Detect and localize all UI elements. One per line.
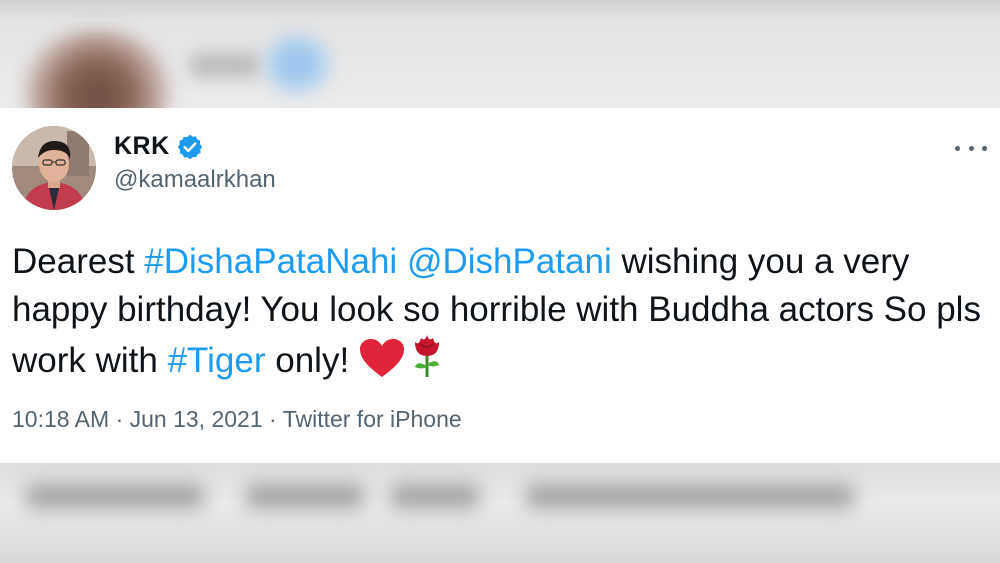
- hashtag-link[interactable]: #DishaPataNahi: [144, 242, 397, 281]
- dot: [982, 145, 987, 151]
- hashtag-link[interactable]: #Tiger: [168, 341, 266, 380]
- blurred-header-background: [0, 0, 1000, 108]
- blurred-name: [190, 52, 260, 78]
- author-name-row[interactable]: KRK: [114, 132, 204, 161]
- separator: ·: [109, 406, 130, 432]
- text-part: [397, 242, 407, 281]
- blurred-text: [525, 483, 855, 509]
- more-options-icon[interactable]: [955, 138, 987, 158]
- display-name[interactable]: KRK: [114, 132, 170, 161]
- blurred-text: [390, 483, 480, 509]
- dot: [968, 145, 974, 151]
- blurred-text: [245, 483, 365, 509]
- blurred-verified-icon: [268, 38, 326, 90]
- mention-link[interactable]: @DishPatani: [407, 242, 612, 281]
- tweet-date[interactable]: Jun 13, 2021: [130, 406, 263, 432]
- tweet-source[interactable]: Twitter for iPhone: [283, 406, 462, 432]
- tweet-time[interactable]: 10:18 AM: [12, 406, 109, 432]
- verified-badge-icon: [176, 133, 204, 161]
- rose-emoji: [411, 334, 443, 391]
- red-heart-emoji: [359, 338, 405, 391]
- tweet-text: Dearest #DishaPataNahi @DishPatani wishi…: [12, 238, 987, 391]
- blurred-footer-background: [0, 463, 1000, 563]
- blurred-avatar: [22, 30, 172, 108]
- dot: [955, 145, 960, 151]
- text-part: Dearest: [12, 242, 145, 281]
- tweet-metadata: 10:18 AM · Jun 13, 2021 · Twitter for iP…: [12, 406, 462, 433]
- user-handle[interactable]: @kamaalrkhan: [114, 166, 276, 194]
- separator: ·: [262, 406, 283, 432]
- text-part: only!: [265, 341, 359, 380]
- profile-avatar[interactable]: [12, 126, 96, 210]
- blurred-text: [25, 483, 205, 509]
